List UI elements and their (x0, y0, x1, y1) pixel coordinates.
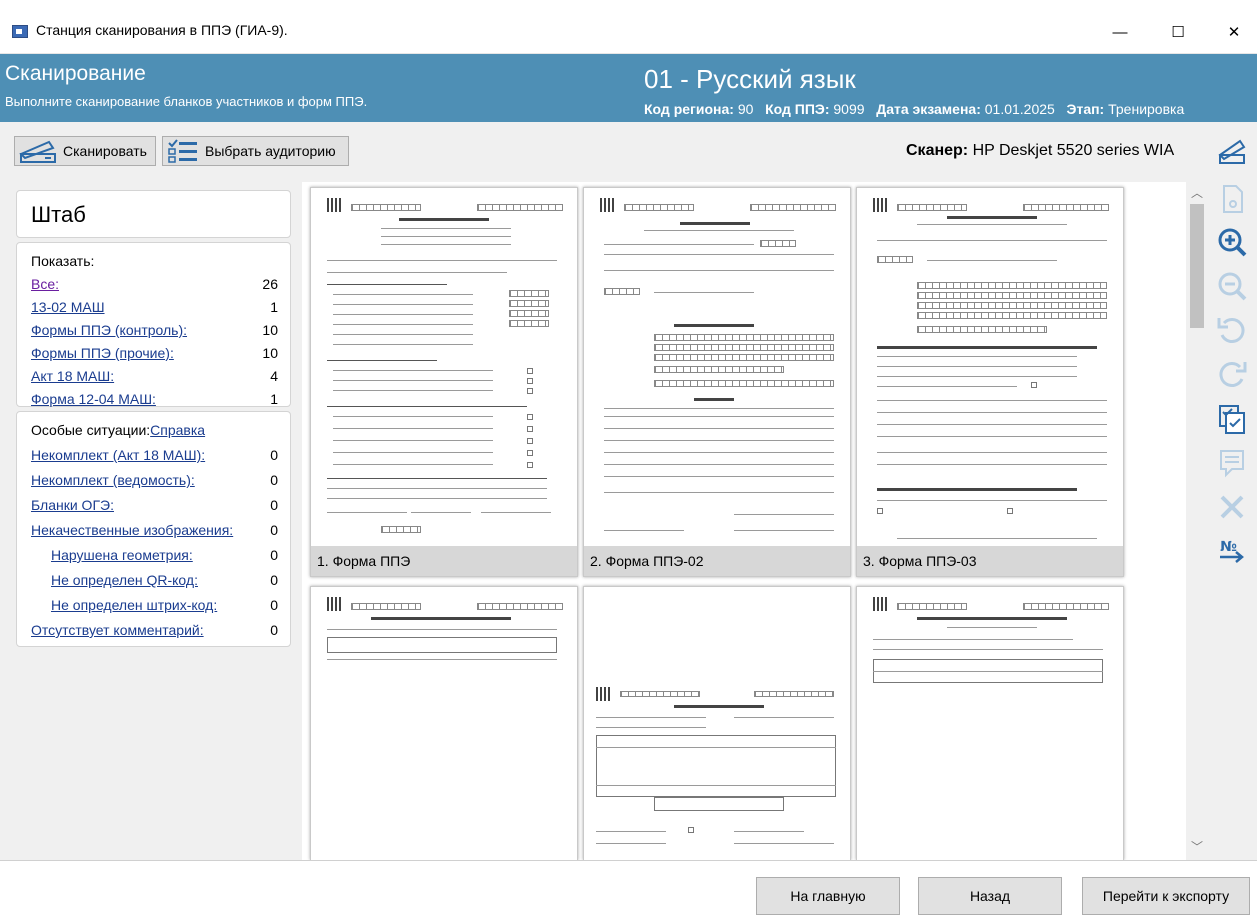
special-count: 0 (270, 572, 278, 588)
special-count: 0 (270, 497, 278, 513)
comment-icon[interactable] (1213, 444, 1251, 482)
scroll-up-arrow-icon[interactable]: ︿ (1186, 184, 1208, 202)
exam-subject: 01 - Русский язык (644, 64, 856, 94)
close-button[interactable]: ✕ (1211, 17, 1257, 47)
filter-all[interactable]: Все: (31, 276, 59, 292)
exam-date-label: Дата экзамена: (876, 101, 981, 117)
scanner-icon (19, 138, 57, 164)
scan-button[interactable]: Сканировать (14, 136, 156, 166)
scanner-settings-icon[interactable] (1213, 132, 1251, 170)
filters-card: Показать: Все: 26 13-02 МАШ 1 Формы ППЭ (к… (16, 242, 291, 407)
list-check-icon (167, 138, 199, 164)
page-subtitle: Выполните сканирование бланков участнико… (5, 94, 368, 109)
help-link[interactable]: Справка (150, 422, 205, 438)
back-button[interactable]: Назад (918, 877, 1062, 915)
special-barcode[interactable]: Не определен штрих-код: (51, 597, 217, 613)
special-count: 0 (270, 622, 278, 638)
filter-forms-control[interactable]: Формы ППЭ (контроль): (31, 322, 187, 338)
stage-value: Тренировка (1108, 101, 1185, 117)
filter-count: 26 (262, 276, 278, 292)
special-oge-forms[interactable]: Бланки ОГЭ: (31, 497, 114, 513)
rotate-right-icon[interactable] (1213, 356, 1251, 394)
scan-button-label: Сканировать (63, 143, 147, 159)
special-geometry[interactable]: Нарушена геометрия: (51, 547, 193, 563)
ppe-code-value: 9099 (833, 101, 865, 117)
scanner-info: Сканер: HP Deskjet 5520 series WIA (906, 142, 1174, 160)
scanner-value: HP Deskjet 5520 series WIA (972, 142, 1175, 159)
special-bad-images[interactable]: Некачественные изображения: (31, 522, 233, 538)
scan-thumbnail[interactable] (583, 586, 851, 860)
zoom-out-icon[interactable] (1213, 268, 1251, 306)
choose-room-button[interactable]: Выбрать аудиторию (162, 136, 349, 166)
svg-text:№: № (1220, 539, 1237, 555)
scan-thumbnail[interactable]: 3. Форма ППЭ-03 (856, 187, 1124, 577)
filter-13-02[interactable]: 13-02 МАШ (31, 299, 105, 315)
scan-thumbnail[interactable] (856, 586, 1124, 860)
stage-label: Этап: (1066, 101, 1105, 117)
special-count: 0 (270, 597, 278, 613)
exam-date-value: 01.01.2025 (984, 101, 1055, 117)
vertical-scrollbar[interactable]: ︿ ﹀ (1186, 182, 1208, 860)
scanner-label: Сканер: (906, 142, 969, 159)
preview-icon[interactable] (1213, 180, 1251, 218)
choose-room-label: Выбрать аудиторию (205, 143, 336, 159)
home-button[interactable]: На главную (756, 877, 900, 915)
exam-meta: Код региона: 90 Код ППЭ: 9099 Дата экзам… (644, 101, 1184, 117)
scrollbar-thumb[interactable] (1190, 204, 1204, 328)
check-pages-icon[interactable] (1213, 400, 1251, 438)
headquarters-card[interactable]: Штаб (16, 190, 291, 238)
filter-forms-other[interactable]: Формы ППЭ (прочие): (31, 345, 174, 361)
window-title: Станция сканирования в ППЭ (ГИА-9). (36, 22, 288, 38)
delete-icon[interactable] (1213, 488, 1251, 526)
rotate-left-icon[interactable] (1213, 312, 1251, 350)
filter-count: 4 (270, 368, 278, 384)
filter-count: 1 (270, 391, 278, 407)
special-count: 0 (270, 547, 278, 563)
filter-count: 1 (270, 299, 278, 315)
thumbnail-caption: 1. Форма ППЭ (311, 546, 577, 576)
filter-act-18[interactable]: Акт 18 МАШ: (31, 368, 114, 384)
scan-thumbnail[interactable]: 1. Форма ППЭ (310, 187, 578, 577)
special-situations-label: Особые ситуации:Справка (31, 422, 205, 438)
scan-thumbnail[interactable] (310, 586, 578, 860)
thumbnail-caption: 3. Форма ППЭ-03 (857, 546, 1123, 576)
zoom-in-icon[interactable] (1213, 224, 1251, 262)
export-button[interactable]: Перейти к экспорту (1082, 877, 1250, 915)
scan-thumbnail[interactable]: 2. Форма ППЭ-02 (583, 187, 851, 577)
scan-gallery: 1. Форма ППЭ 2. Форма ППЭ-02 3. Форма ПП… (302, 182, 1186, 860)
show-label: Показать: (31, 253, 95, 269)
bottom-bar: На главную Назад Перейти к экспорту (0, 860, 1257, 920)
special-label-text: Особые ситуации: (31, 422, 151, 438)
app-icon (12, 25, 28, 38)
right-toolbar: № (1208, 122, 1257, 860)
page-header: Сканирование Выполните сканирование блан… (0, 54, 1257, 122)
headquarters-title: Штаб (31, 202, 86, 227)
page-title: Сканирование (5, 62, 146, 85)
special-qr[interactable]: Не определен QR-код: (51, 572, 198, 588)
special-no-comment[interactable]: Отсутствует комментарий: (31, 622, 204, 638)
filter-count: 10 (262, 322, 278, 338)
special-situations-card: Особые ситуации:Справка Некомплект (Акт … (16, 411, 291, 647)
left-panel: Штаб Показать: Все: 26 13-02 МАШ 1 Формы П… (0, 182, 302, 860)
maximize-button[interactable]: ☐ (1155, 17, 1201, 47)
filter-form-12-04[interactable]: Форма 12-04 МАШ: (31, 391, 156, 407)
thumbnail-caption: 2. Форма ППЭ-02 (584, 546, 850, 576)
special-incomplete-list[interactable]: Некомплект (ведомость): (31, 472, 195, 488)
title-bar: Станция сканирования в ППЭ (ГИА-9). — ☐ … (0, 0, 1257, 54)
region-code-value: 90 (737, 101, 754, 117)
special-count: 0 (270, 522, 278, 538)
region-code-label: Код региона: (644, 101, 734, 117)
special-incomplete-act[interactable]: Некомплект (Акт 18 МАШ): (31, 447, 205, 463)
special-count: 0 (270, 472, 278, 488)
special-count: 0 (270, 447, 278, 463)
ppe-code-label: Код ППЭ: (765, 101, 830, 117)
minimize-button[interactable]: — (1097, 17, 1143, 47)
filter-count: 10 (262, 345, 278, 361)
number-icon[interactable]: № (1213, 532, 1251, 570)
toolbar: Сканировать Выбрать аудиторию Сканер: HP… (0, 122, 1257, 182)
scroll-down-arrow-icon[interactable]: ﹀ (1186, 838, 1208, 856)
